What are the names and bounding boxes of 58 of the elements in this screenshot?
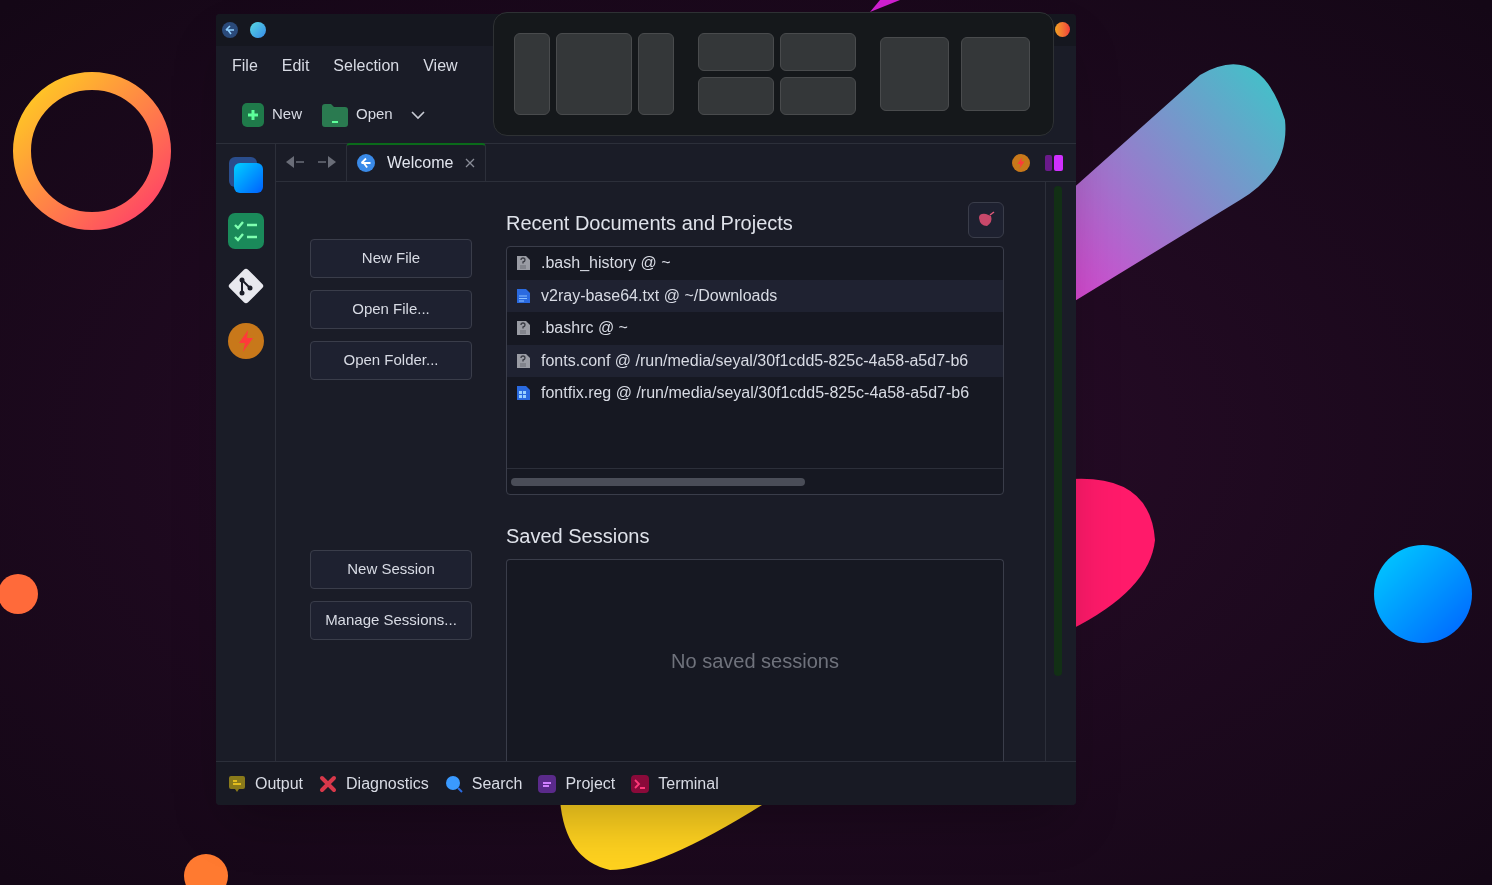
lightning-icon[interactable] [227,323,264,359]
text-file-icon [515,287,531,304]
back-icon[interactable] [286,156,304,168]
documents-icon[interactable] [227,156,264,194]
new-button[interactable]: New [240,98,304,131]
layout-tile[interactable] [698,33,774,71]
menu-item[interactable]: View [413,50,468,82]
panel-button[interactable]: Project [538,771,616,796]
project-icon [538,774,557,793]
cross-icon [319,774,338,793]
action-button[interactable]: New File [310,239,472,278]
panel-button[interactable]: Terminal [631,771,719,796]
clear-recent-button[interactable] [968,202,1004,238]
panel-button[interactable]: Output [228,771,304,796]
recent-item[interactable]: fontfix.reg @ /run/media/seyal/30f1cdd5-825c-4a58-a5d7-b6 [507,377,1003,410]
layout-tile[interactable] [638,33,674,115]
menu-item[interactable]: Edit [271,50,320,82]
recent-item[interactable]: .bashrc @ ~ [507,312,1003,345]
layout-tile[interactable] [780,77,856,115]
layout-tile[interactable] [556,33,632,115]
plus-icon [242,102,264,127]
window-button[interactable] [250,22,266,38]
action-button[interactable]: Manage Sessions... [310,601,472,640]
section-title: Recent Documents and Projects [506,211,793,236]
lightning-icon[interactable] [1012,154,1030,172]
recent-item[interactable]: .bash_history @ ~ [507,247,1003,280]
tab[interactable]: Welcome [346,143,487,181]
layout-tile[interactable] [880,37,949,111]
action-button[interactable]: Open File... [310,290,472,329]
registry-file-icon [515,385,531,402]
action-button[interactable]: New Session [310,550,472,589]
horizontal-scrollbar[interactable] [511,477,805,486]
recent-item[interactable]: v2ray-base64.txt @ ~/Downloads [507,279,1003,312]
panel-button[interactable]: Diagnostics [319,771,429,796]
menu-item[interactable]: Selection [323,50,410,82]
panels-icon[interactable] [1045,154,1063,172]
action-button[interactable]: Open Folder... [310,341,472,380]
folder-icon [322,102,348,127]
empty-message: No saved sessions [671,648,839,674]
layout-tile[interactable] [698,77,774,115]
checklist-icon[interactable] [227,213,264,249]
forward-icon[interactable] [318,156,336,168]
unknown-file-icon [515,255,531,272]
panel-button[interactable]: Search [444,771,523,796]
unknown-file-icon [515,352,531,369]
terminal-icon [631,774,650,793]
layout-tile[interactable] [961,37,1030,111]
caret-icon[interactable] [410,109,425,120]
menu-item[interactable]: File [222,50,268,82]
layout-tile[interactable] [514,33,550,115]
open-button[interactable]: Open [320,98,395,131]
section-title: Saved Sessions [506,524,651,549]
recent-item[interactable]: fonts.conf @ /run/media/seyal/30f1cdd5-825c-4a58-a5d7-b6 [507,344,1003,377]
unknown-file-icon [515,320,531,337]
close-icon[interactable] [465,158,476,168]
layout-tile[interactable] [780,33,856,71]
speech-bubble-icon [228,774,246,793]
search-icon [444,774,463,793]
